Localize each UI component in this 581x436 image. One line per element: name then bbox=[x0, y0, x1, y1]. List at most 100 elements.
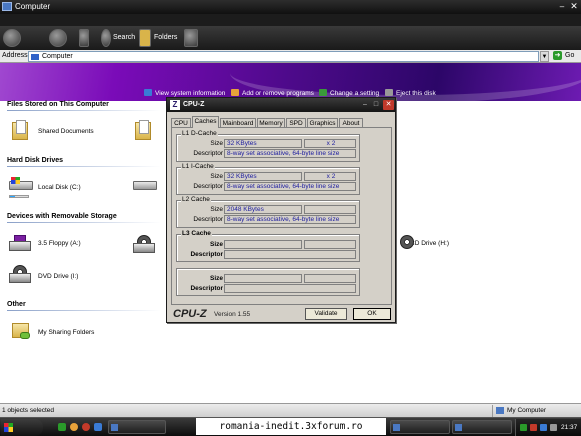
size-label: Size bbox=[209, 275, 223, 282]
extra-cache-group: Size Descriptor bbox=[176, 268, 360, 296]
computer-icon bbox=[31, 54, 39, 60]
taskbar-item-3[interactable] bbox=[452, 420, 512, 434]
section-other-heading: Other bbox=[7, 301, 26, 308]
tray-icon-2[interactable] bbox=[530, 424, 537, 431]
l3-cache-group: L3 Cache Size Descriptor bbox=[176, 230, 360, 262]
descriptor-label: Descriptor bbox=[190, 285, 223, 292]
maximize-icon[interactable]: □ bbox=[372, 101, 380, 109]
search-icon[interactable] bbox=[101, 29, 111, 47]
cpuz-app-icon: Z bbox=[170, 100, 180, 110]
l1i-cache-title: L1 I-Cache bbox=[181, 163, 215, 170]
floppy-icon[interactable] bbox=[9, 235, 31, 251]
disk-usage-bar bbox=[9, 195, 29, 198]
optical-drive-icon[interactable] bbox=[133, 235, 155, 255]
taskbar-item-1[interactable] bbox=[108, 420, 166, 434]
l3-cache-title: L3 Cache bbox=[181, 230, 212, 237]
size-label: Size bbox=[210, 206, 223, 213]
back-button[interactable] bbox=[3, 29, 21, 47]
minimize-icon[interactable]: – bbox=[361, 101, 369, 109]
cpuz-dialog: Z CPU-Z – □ ✕ CPU Caches Mainboard Memor… bbox=[166, 97, 396, 323]
status-left: 1 objects selected bbox=[2, 407, 55, 414]
sharing-folders-label[interactable]: My Sharing Folders bbox=[38, 329, 94, 336]
extra-size-value bbox=[224, 274, 302, 283]
folders-button[interactable]: Folders bbox=[154, 34, 177, 41]
l1d-multiplier: x 2 bbox=[304, 139, 356, 148]
volume-icon[interactable] bbox=[550, 424, 557, 431]
go-button[interactable]: ➜ Go bbox=[553, 51, 579, 62]
forward-button[interactable] bbox=[49, 29, 67, 47]
address-label: Address bbox=[2, 52, 28, 59]
cpuz-logo: CPU-Z bbox=[173, 308, 207, 320]
section-files-heading: Files Stored on This Computer bbox=[7, 101, 109, 108]
validate-button[interactable]: Validate bbox=[305, 308, 347, 320]
l2-cache-group: L2 Cache Size 2048 KBytes Descriptor 8-w… bbox=[176, 196, 360, 228]
control-panel-icon bbox=[319, 89, 327, 96]
l2-descriptor-value: 8-way set associative, 64-byte line size bbox=[224, 215, 356, 224]
toolbar: Search Folders bbox=[0, 26, 581, 50]
status-right: My Computer bbox=[507, 407, 547, 414]
minimize-icon[interactable]: – bbox=[557, 2, 567, 11]
dvd-drive-icon[interactable] bbox=[9, 265, 31, 285]
address-input[interactable]: Computer bbox=[28, 51, 539, 62]
ok-button[interactable]: OK bbox=[353, 308, 391, 320]
computer-icon bbox=[496, 407, 504, 414]
l3-size-value bbox=[224, 240, 302, 249]
local-disk-label[interactable]: Local Disk (C:) bbox=[38, 184, 81, 191]
section-removable-heading: Devices with Removable Storage bbox=[7, 213, 117, 220]
info-icon bbox=[144, 89, 152, 96]
eject-icon bbox=[385, 89, 393, 96]
l3-descriptor-value bbox=[224, 250, 356, 259]
status-bar: 1 objects selected My Computer bbox=[0, 403, 581, 417]
l1i-cache-group: L1 I-Cache Size 32 KBytes x 2 Descriptor… bbox=[176, 163, 360, 195]
close-icon[interactable]: ✕ bbox=[568, 1, 580, 12]
sharing-folders-icon[interactable] bbox=[10, 319, 32, 341]
address-bar: Address Computer ▼ ➜ Go bbox=[0, 50, 581, 63]
user-documents-icon[interactable] bbox=[133, 119, 155, 141]
close-icon[interactable]: ✕ bbox=[383, 100, 394, 110]
search-button[interactable]: Search bbox=[113, 34, 135, 41]
start-button[interactable] bbox=[1, 419, 43, 436]
quicklaunch-icon-1[interactable] bbox=[58, 423, 66, 431]
go-arrow-icon: ➜ bbox=[553, 51, 562, 60]
size-label: Size bbox=[210, 173, 223, 180]
size-label: Size bbox=[210, 140, 223, 147]
shared-documents-icon[interactable] bbox=[10, 119, 32, 141]
up-folder-icon[interactable] bbox=[79, 29, 89, 47]
clock[interactable]: 21:37 bbox=[561, 424, 577, 431]
hard-drive-icon[interactable] bbox=[9, 177, 33, 191]
quicklaunch-icon-4[interactable] bbox=[94, 423, 102, 431]
l1i-size-value: 32 KBytes bbox=[224, 172, 302, 181]
l3-multiplier bbox=[304, 240, 356, 249]
quicklaunch-icon-2[interactable] bbox=[70, 423, 78, 431]
cd-drive-icon[interactable] bbox=[396, 235, 418, 255]
l1d-descriptor-value: 8-way set associative, 64-byte line size bbox=[224, 149, 356, 158]
dvd-drive-label[interactable]: DVD Drive (I:) bbox=[38, 273, 78, 280]
hard-drive-icon-2[interactable] bbox=[133, 177, 157, 191]
window-title-bar: Computer – ✕ bbox=[0, 0, 581, 14]
extra-descriptor-value bbox=[224, 284, 356, 293]
address-value: Computer bbox=[42, 53, 73, 60]
l1d-size-value: 32 KBytes bbox=[224, 139, 302, 148]
folders-icon[interactable] bbox=[139, 29, 151, 47]
cpuz-version: Version 1.55 bbox=[214, 311, 251, 318]
descriptor-label: Descriptor bbox=[193, 216, 223, 223]
floppy-label[interactable]: 3.5 Floppy (A:) bbox=[38, 240, 81, 247]
size-label: Size bbox=[209, 241, 223, 248]
descriptor-label: Descriptor bbox=[190, 251, 223, 258]
section-hdd-heading: Hard Disk Drives bbox=[7, 157, 64, 164]
tray-icon-3[interactable] bbox=[540, 424, 547, 431]
computer-icon bbox=[2, 2, 12, 11]
tray-icon-1[interactable] bbox=[520, 424, 527, 431]
cpuz-title-bar: Z CPU-Z – □ ✕ bbox=[167, 98, 395, 112]
quicklaunch-icon-3[interactable] bbox=[82, 423, 90, 431]
address-dropdown-icon[interactable]: ▼ bbox=[540, 51, 549, 62]
l1i-descriptor-value: 8-way set associative, 64-byte line size bbox=[224, 182, 356, 191]
views-icon[interactable] bbox=[184, 29, 198, 47]
l1i-multiplier: x 2 bbox=[304, 172, 356, 181]
l2-size-value: 2048 KBytes bbox=[224, 205, 302, 214]
shared-documents-label[interactable]: Shared Documents bbox=[38, 128, 94, 135]
tab-caches[interactable]: Caches bbox=[192, 116, 219, 128]
taskbar-item-2[interactable] bbox=[390, 420, 450, 434]
l2-cache-title: L2 Cache bbox=[181, 196, 211, 203]
cpuz-title: CPU-Z bbox=[183, 101, 205, 108]
